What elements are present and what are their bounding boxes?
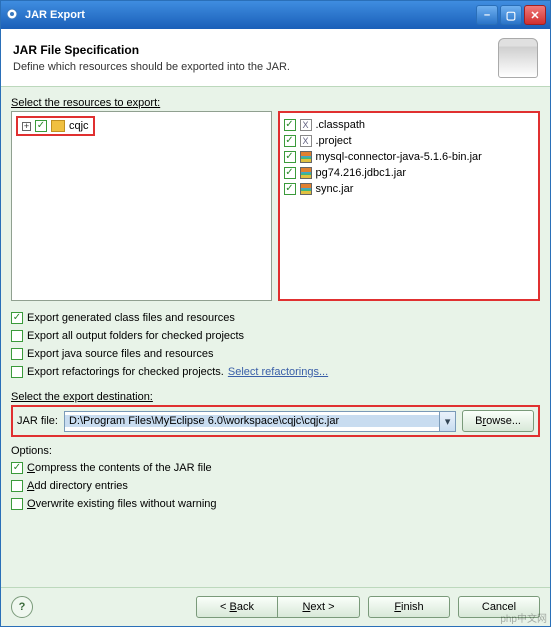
window-title: JAR Export [25, 9, 85, 21]
tree-item-label[interactable]: cqjc [69, 120, 89, 132]
opt-compress[interactable]: ✓ Compress the contents of the JAR file [11, 459, 540, 477]
jar-file-combo[interactable]: ▾ [64, 411, 456, 432]
mnemonic: r [482, 415, 486, 427]
chevron-down-icon[interactable]: ▾ [439, 412, 455, 431]
dialog-header: JAR File Specification Define which reso… [1, 29, 550, 87]
opt-label: Export all output folders for checked pr… [27, 330, 244, 342]
checkbox[interactable]: ✓ [284, 151, 296, 163]
checkbox[interactable]: ✓ [11, 312, 23, 324]
header-subtitle: Define which resources should be exporte… [13, 61, 290, 73]
checkbox[interactable]: ✓ [11, 462, 23, 474]
opt-output-folders[interactable]: Export all output folders for checked pr… [11, 327, 540, 345]
file-name: pg74.216.jdbc1.jar [316, 167, 407, 179]
file-name: .classpath [316, 119, 366, 131]
list-item[interactable]: ✓ X .classpath [284, 117, 535, 133]
checkbox[interactable] [11, 366, 23, 378]
minimize-button[interactable]: – [476, 5, 498, 25]
list-item[interactable]: ✓ pg74.216.jdbc1.jar [284, 165, 535, 181]
help-button[interactable]: ? [11, 596, 33, 618]
tree-item-highlight: + ✓ cqjc [16, 116, 95, 136]
checkbox[interactable] [11, 348, 23, 360]
project-icon [51, 120, 65, 132]
back-button[interactable]: < Back [196, 596, 278, 618]
jar-file-input[interactable] [65, 415, 439, 427]
checkbox[interactable] [11, 498, 23, 510]
opt-add-dir[interactable]: Add directory entries [11, 477, 540, 495]
jar-file-icon [300, 167, 312, 179]
app-icon [5, 7, 19, 24]
dest-row: JAR file: ▾ Browse... [11, 405, 540, 437]
opt-java-source[interactable]: Export java source files and resources [11, 345, 540, 363]
file-icon: X [300, 119, 312, 131]
resource-panes: + ✓ cqjc ✓ X .classpath ✓ X .project [11, 111, 540, 301]
opt-label: Add directory entries [27, 480, 128, 492]
left-tree-pane[interactable]: + ✓ cqjc [11, 111, 272, 301]
next-button[interactable]: Next > [278, 596, 360, 618]
titlebar[interactable]: JAR Export – ▢ ✕ [1, 1, 550, 29]
opt-overwrite[interactable]: Overwrite existing files without warning [11, 495, 540, 513]
expand-icon[interactable]: + [22, 122, 31, 131]
dialog-window: JAR Export – ▢ ✕ JAR File Specification … [0, 0, 551, 627]
opt-label: Compress the contents of the JAR file [27, 462, 212, 474]
file-icon: X [300, 135, 312, 147]
jar-file-label: JAR file: [17, 415, 58, 427]
nav-buttons: < Back Next > [196, 596, 360, 618]
dialog-content: Select the resources to export: + ✓ cqjc… [1, 87, 550, 587]
finish-button[interactable]: Finish [368, 596, 450, 618]
button-bar: ? < Back Next > Finish Cancel [1, 587, 550, 626]
checkbox[interactable]: ✓ [284, 119, 296, 131]
options-label: Options: [11, 445, 540, 457]
options-group: ✓ Compress the contents of the JAR file … [11, 459, 540, 513]
file-name: mysql-connector-java-5.1.6-bin.jar [316, 151, 482, 163]
opt-label: Overwrite existing files without warning [27, 498, 217, 510]
checkbox[interactable]: ✓ [35, 120, 47, 132]
opt-label: Export java source files and resources [27, 348, 213, 360]
jar-file-icon [300, 151, 312, 163]
checkbox[interactable]: ✓ [284, 135, 296, 147]
close-button[interactable]: ✕ [524, 5, 546, 25]
right-list-pane[interactable]: ✓ X .classpath ✓ X .project ✓ mysql-conn… [278, 111, 541, 301]
cancel-button[interactable]: Cancel [458, 596, 540, 618]
file-name: sync.jar [316, 183, 354, 195]
maximize-button[interactable]: ▢ [500, 5, 522, 25]
header-title: JAR File Specification [13, 43, 290, 57]
dest-label: Select the export destination: [11, 391, 540, 403]
checkbox[interactable]: ✓ [284, 167, 296, 179]
checkbox[interactable]: ✓ [284, 183, 296, 195]
select-refactorings-link[interactable]: Select refactorings... [228, 366, 328, 378]
jar-icon [498, 38, 538, 78]
list-item[interactable]: ✓ sync.jar [284, 181, 535, 197]
opt-refactorings[interactable]: Export refactorings for checked projects… [11, 363, 540, 381]
opt-label: Export refactorings for checked projects… [27, 366, 224, 378]
export-options: ✓ Export generated class files and resou… [11, 309, 540, 381]
file-name: .project [316, 135, 352, 147]
checkbox[interactable] [11, 330, 23, 342]
list-item[interactable]: ✓ mysql-connector-java-5.1.6-bin.jar [284, 149, 535, 165]
list-item[interactable]: ✓ X .project [284, 133, 535, 149]
checkbox[interactable] [11, 480, 23, 492]
window-controls: – ▢ ✕ [476, 5, 546, 25]
browse-button[interactable]: Browse... [462, 410, 534, 432]
opt-class-files[interactable]: ✓ Export generated class files and resou… [11, 309, 540, 327]
opt-label: Export generated class files and resourc… [27, 312, 235, 324]
jar-file-icon [300, 183, 312, 195]
select-resources-label: Select the resources to export: [11, 97, 540, 109]
